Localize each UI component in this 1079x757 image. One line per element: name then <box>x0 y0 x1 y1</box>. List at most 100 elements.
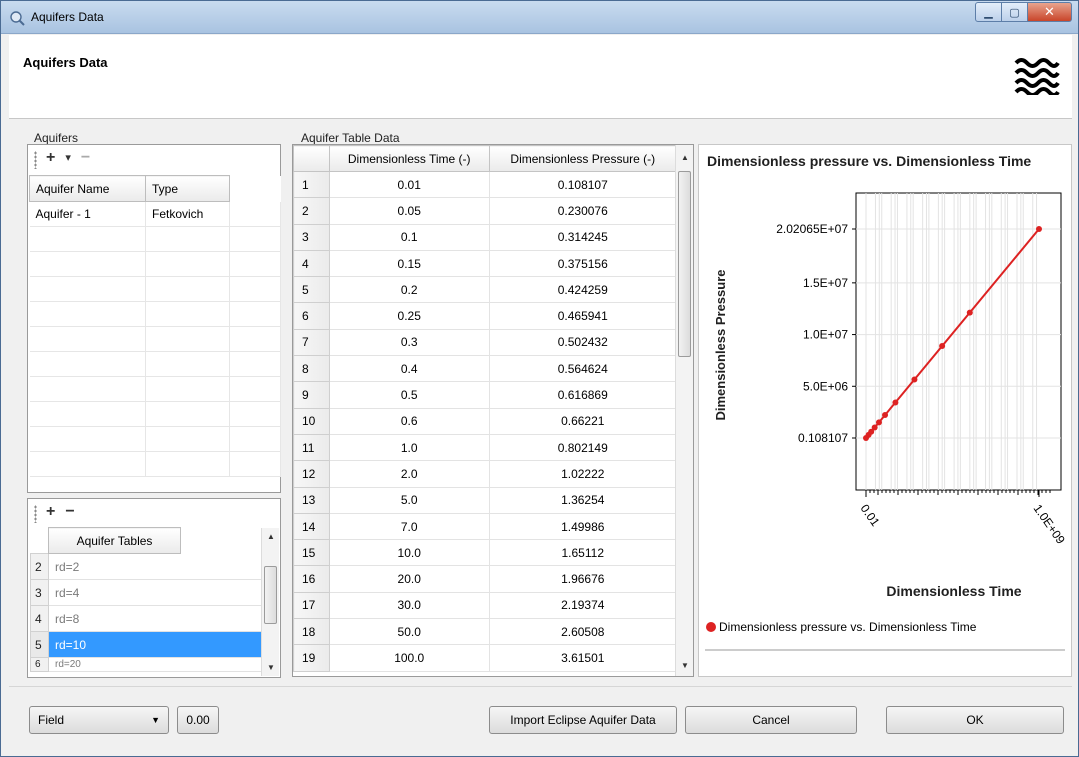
unit-system-select[interactable]: Field ▼ <box>29 706 169 734</box>
table-row[interactable]: 10 0.6 0.66221 <box>293 407 678 435</box>
dimensionless-pressure-cell[interactable]: 1.36254 <box>488 486 678 514</box>
table-row[interactable]: 7 0.3 0.502432 <box>293 328 678 357</box>
close-button[interactable]: ✕ <box>1028 2 1072 22</box>
dimensionless-pressure-cell[interactable]: 0.564624 <box>488 355 678 383</box>
scroll-up-icon[interactable]: ▲ <box>267 532 275 541</box>
data-table-scrollbar[interactable]: ▲ ▼ <box>675 145 693 676</box>
table-row[interactable]: 8 0.4 0.564624 <box>293 355 678 383</box>
table-row[interactable]: 6 0.25 0.465941 <box>293 302 678 330</box>
dimensionless-pressure-cell[interactable]: 0.424259 <box>488 276 678 304</box>
table-row[interactable]: 2 0.05 0.230076 <box>293 197 678 225</box>
dimensionless-pressure-cell[interactable]: 1.49986 <box>488 512 678 541</box>
table-name-cell[interactable]: rd=10 <box>48 631 181 658</box>
list-item-selected[interactable]: 5 rd=10 <box>30 631 262 658</box>
dimensionless-pressure-cell[interactable]: 0.66221 <box>488 407 678 435</box>
table-name-cell[interactable]: rd=20 <box>48 657 181 672</box>
table-row[interactable]: 19 100.0 3.61501 <box>293 644 678 672</box>
dimensionless-pressure-cell[interactable]: 0.465941 <box>488 302 678 330</box>
scroll-up-icon[interactable]: ▲ <box>681 153 689 162</box>
list-item[interactable]: 4 rd=8 <box>30 605 262 632</box>
table-name-cell[interactable]: rd=8 <box>48 605 181 632</box>
minimize-button[interactable]: ▁ <box>975 2 1002 22</box>
dimensionless-pressure-cell[interactable]: 0.108107 <box>488 170 678 199</box>
maximize-button[interactable]: ▢ <box>1002 2 1028 22</box>
table-row[interactable]: 5 0.2 0.424259 <box>293 276 678 304</box>
dimensionless-pressure-cell[interactable]: 0.616869 <box>488 381 678 409</box>
aquifer-tables-scrollbar[interactable]: ▲ ▼ <box>261 528 279 676</box>
dimensionless-time-cell[interactable]: 7.0 <box>328 512 490 541</box>
remove-aquifer-button[interactable]: − <box>81 150 90 166</box>
import-eclipse-button[interactable]: Import Eclipse Aquifer Data <box>489 706 677 734</box>
dimensionless-pressure-cell[interactable]: 1.96676 <box>488 565 678 593</box>
scroll-thumb[interactable] <box>264 566 277 624</box>
dimensionless-time-cell[interactable]: 100.0 <box>328 644 490 672</box>
table-name-cell[interactable]: rd=4 <box>48 579 181 606</box>
dimensionless-time-cell[interactable]: 0.5 <box>328 381 490 409</box>
table-row[interactable]: 16 20.0 1.96676 <box>293 565 678 593</box>
scroll-thumb[interactable] <box>678 171 691 357</box>
column-header-aquifer-tables[interactable]: Aquifer Tables <box>48 527 181 554</box>
table-row[interactable]: 17 30.0 2.19374 <box>293 591 678 620</box>
dimensionless-pressure-cell[interactable]: 0.375156 <box>488 249 678 278</box>
table-row[interactable]: Aquifer - 1 Fetkovich <box>29 201 281 227</box>
list-item[interactable]: 2 rd=2 <box>30 553 262 580</box>
scroll-down-icon[interactable]: ▼ <box>267 663 275 672</box>
column-header-dimensionless-pressure[interactable]: Dimensionless Pressure (-) <box>488 145 678 172</box>
dimensionless-pressure-cell[interactable]: 1.65112 <box>488 539 678 567</box>
add-aquifer-button[interactable]: + <box>46 150 55 166</box>
dimensionless-pressure-cell[interactable]: 0.314245 <box>488 223 678 251</box>
list-item[interactable]: 3 rd=4 <box>30 579 262 606</box>
dimensionless-time-cell[interactable]: 5.0 <box>328 486 490 514</box>
dimensionless-pressure-cell[interactable]: 2.60508 <box>488 618 678 646</box>
dimensionless-pressure-cell[interactable]: 1.02222 <box>488 460 678 488</box>
row-number: 7 <box>293 328 330 357</box>
dimensionless-time-cell[interactable]: 0.1 <box>328 223 490 251</box>
dimensionless-time-cell[interactable]: 0.15 <box>328 249 490 278</box>
empty-cell <box>229 226 281 252</box>
aquifer-name-cell[interactable]: Aquifer - 1 <box>29 201 146 227</box>
add-aquifer-dropdown[interactable]: ▾ <box>65 152 71 164</box>
remove-table-button[interactable]: − <box>65 504 74 520</box>
toolbar-grip <box>34 505 37 523</box>
dimensionless-time-cell[interactable]: 0.2 <box>328 276 490 304</box>
dimensionless-time-cell[interactable]: 10.0 <box>328 539 490 567</box>
dimensionless-time-cell[interactable]: 50.0 <box>328 618 490 646</box>
column-header-dimensionless-time[interactable]: Dimensionless Time (-) <box>328 145 490 172</box>
dimensionless-time-cell[interactable]: 30.0 <box>328 591 490 620</box>
cancel-button[interactable]: Cancel <box>685 706 857 734</box>
column-header-type[interactable]: Type <box>145 175 230 202</box>
aquifer-type-cell[interactable]: Fetkovich <box>145 201 230 227</box>
dimensionless-pressure-cell[interactable]: 2.19374 <box>488 591 678 620</box>
table-row[interactable]: 3 0.1 0.314245 <box>293 223 678 251</box>
dimensionless-time-cell[interactable]: 1.0 <box>328 433 490 462</box>
dimensionless-time-cell[interactable]: 0.25 <box>328 302 490 330</box>
dimensionless-pressure-cell[interactable]: 3.61501 <box>488 644 678 672</box>
ok-button[interactable]: OK <box>886 706 1064 734</box>
scroll-down-icon[interactable]: ▼ <box>681 661 689 670</box>
table-row[interactable]: 18 50.0 2.60508 <box>293 618 678 646</box>
dimensionless-time-cell[interactable]: 0.01 <box>328 170 490 199</box>
dimensionless-time-cell[interactable]: 0.6 <box>328 407 490 435</box>
table-row[interactable]: 13 5.0 1.36254 <box>293 486 678 514</box>
table-row[interactable]: 11 1.0 0.802149 <box>293 433 678 462</box>
dimensionless-time-cell[interactable]: 2.0 <box>328 460 490 488</box>
dimensionless-pressure-cell[interactable]: 0.802149 <box>488 433 678 462</box>
table-row[interactable]: 12 2.0 1.02222 <box>293 460 678 488</box>
dimensionless-pressure-cell[interactable]: 0.230076 <box>488 197 678 225</box>
empty-cell <box>180 631 262 658</box>
table-row[interactable]: 1 0.01 0.108107 <box>293 170 678 199</box>
table-row[interactable]: 15 10.0 1.65112 <box>293 539 678 567</box>
numeric-value-field[interactable]: 0.00 <box>177 706 219 734</box>
dimensionless-time-cell[interactable]: 0.05 <box>328 197 490 225</box>
dimensionless-time-cell[interactable]: 0.4 <box>328 355 490 383</box>
list-item[interactable]: 6 rd=20 <box>30 657 262 672</box>
dimensionless-time-cell[interactable]: 0.3 <box>328 328 490 357</box>
table-name-cell[interactable]: rd=2 <box>48 553 181 580</box>
table-row[interactable]: 4 0.15 0.375156 <box>293 249 678 278</box>
add-table-button[interactable]: + <box>46 504 55 520</box>
column-header-aquifer-name[interactable]: Aquifer Name <box>29 175 146 202</box>
dimensionless-pressure-cell[interactable]: 0.502432 <box>488 328 678 357</box>
table-row[interactable]: 9 0.5 0.616869 <box>293 381 678 409</box>
table-row[interactable]: 14 7.0 1.49986 <box>293 512 678 541</box>
dimensionless-time-cell[interactable]: 20.0 <box>328 565 490 593</box>
